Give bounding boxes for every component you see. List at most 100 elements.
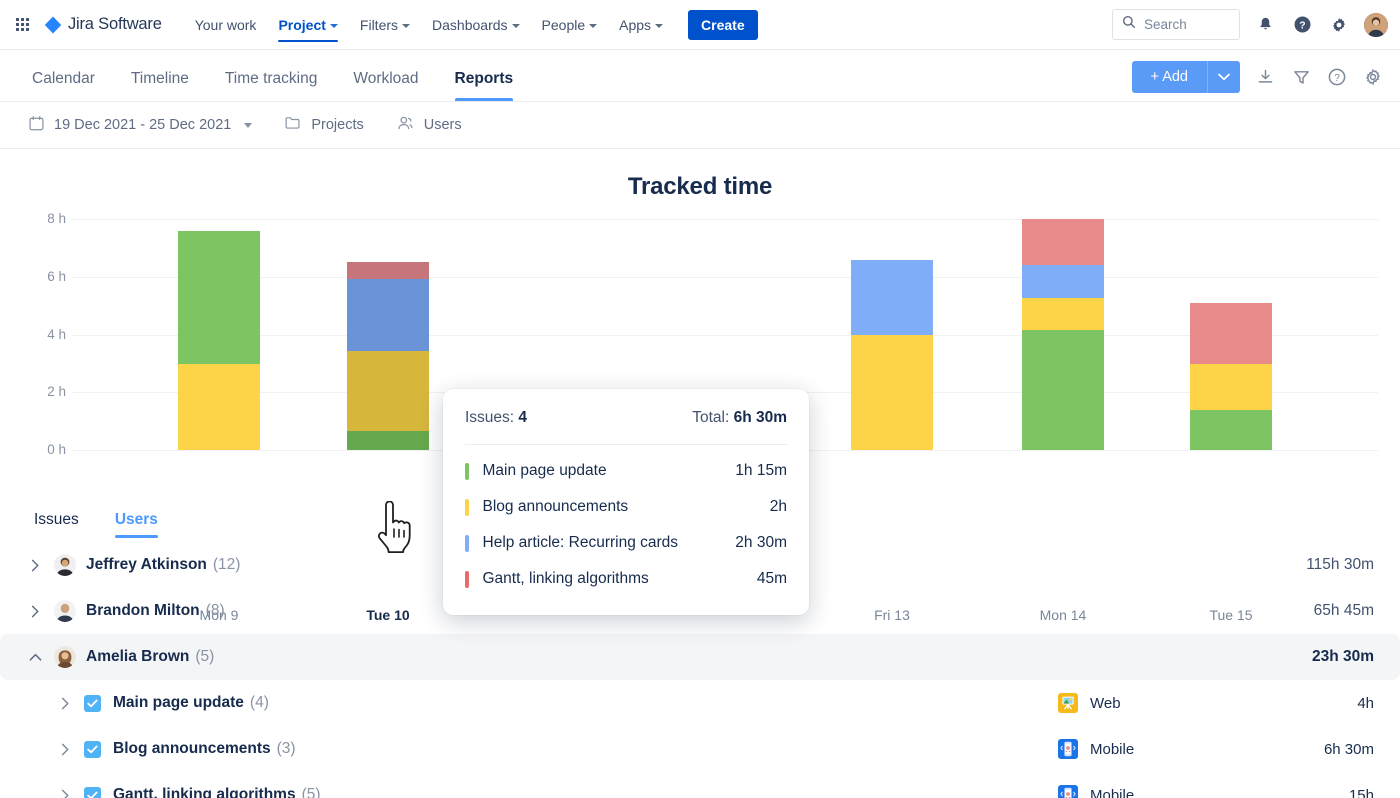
issue-project: Mobile: [1058, 785, 1254, 798]
help-circle-icon[interactable]: ?: [1326, 66, 1348, 88]
issue-row-main-page-update[interactable]: Main page update (4) Web 4h: [0, 680, 1400, 726]
tooltip-header: Issues: 4 Total: 6h 30m: [465, 409, 787, 427]
x-axis-tick-tue-10: Tue 10: [366, 607, 410, 623]
tooltip-issues-label: Issues:: [465, 409, 515, 426]
projects-filter[interactable]: Projects: [284, 108, 364, 142]
chevron-down-icon: [402, 23, 411, 28]
folder-icon: [284, 114, 302, 136]
x-axis-tick-tue-15: Tue 15: [1209, 607, 1253, 623]
issue-checkbox[interactable]: [84, 740, 101, 758]
gear-icon[interactable]: [1327, 13, 1351, 37]
bar-segment: [851, 260, 933, 335]
tab-time-tracking[interactable]: Time tracking: [207, 70, 335, 101]
tab-calendar[interactable]: Calendar: [14, 70, 113, 101]
nav-label: Project: [278, 17, 326, 33]
nav-people[interactable]: People: [531, 2, 609, 47]
tab-workload[interactable]: Workload: [335, 70, 436, 101]
chevron-down-icon: [589, 23, 598, 28]
project-name: Mobile: [1090, 786, 1135, 798]
bar-segment: [347, 279, 429, 351]
nav-dashboards[interactable]: Dashboards: [421, 2, 531, 47]
issue-subtask-count: (5): [301, 786, 321, 798]
color-swatch: [465, 534, 469, 552]
bar-segment: [1022, 330, 1104, 450]
tab-issues[interactable]: Issues: [34, 511, 79, 538]
tooltip-issue-name: Gantt, linking algorithms: [482, 570, 649, 587]
issue-name: Blog announcements: [113, 740, 271, 757]
create-button[interactable]: Create: [688, 9, 758, 40]
user-row-amelia-brown[interactable]: Amelia Brown (5) 23h 30m: [0, 634, 1400, 680]
app-switcher-icon[interactable]: [10, 13, 34, 37]
issue-name: Gantt, linking algorithms: [113, 786, 296, 798]
tooltip-total-label: Total:: [692, 409, 730, 426]
search-input[interactable]: Search: [1112, 9, 1240, 40]
brand-name: Jira Software: [68, 15, 162, 33]
expand-chevron-icon[interactable]: [24, 559, 46, 572]
nav-your-work[interactable]: Your work: [184, 2, 268, 47]
nav-project[interactable]: Project: [267, 2, 348, 47]
tooltip-issue-name: Blog announcements: [482, 498, 629, 515]
svg-text:?: ?: [1334, 73, 1340, 84]
bar-tue-15[interactable]: [1190, 303, 1272, 450]
expand-chevron-icon[interactable]: [54, 697, 76, 710]
tab-timeline[interactable]: Timeline: [113, 70, 207, 101]
avatar[interactable]: [1364, 12, 1388, 37]
user-issue-count: (5): [195, 648, 215, 665]
tooltip-total: Total: 6h 30m: [692, 409, 787, 427]
user-name: Jeffrey Atkinson: [86, 556, 207, 573]
date-range-filter[interactable]: 19 Dec 2021 - 25 Dec 2021: [28, 109, 253, 142]
expand-chevron-icon[interactable]: [54, 743, 76, 756]
collapse-chevron-icon[interactable]: [24, 653, 46, 662]
jira-brand-link[interactable]: Jira Software: [44, 15, 162, 34]
date-range-label: 19 Dec 2021 - 25 Dec 2021: [54, 117, 232, 133]
nav-filters[interactable]: Filters: [349, 2, 421, 47]
help-icon[interactable]: ?: [1290, 13, 1314, 37]
bar-segment: [1190, 364, 1272, 410]
user-total-time: 65h 45m: [1313, 602, 1374, 619]
chevron-down-icon: [655, 23, 664, 28]
web-easel-icon: [1058, 693, 1078, 713]
bar-fri-13[interactable]: [851, 260, 933, 450]
bell-icon[interactable]: [1253, 13, 1277, 37]
user-name: Amelia Brown: [86, 648, 190, 665]
jira-logo-icon: [44, 16, 62, 34]
tooltip-row: Help article: Recurring cards 2h 30m: [465, 525, 787, 561]
tooltip-issue-time: 2h: [769, 498, 787, 515]
users-label: Users: [423, 117, 462, 133]
bar-tue-10[interactable]: [347, 262, 429, 450]
section-tabs-bar: Calendar Timeline Time tracking Workload…: [0, 50, 1400, 102]
top-nav-right-actions: Search ?: [1112, 9, 1388, 40]
bar-segment: [1022, 265, 1104, 298]
nav-label: Dashboards: [432, 17, 508, 33]
expand-chevron-icon[interactable]: [54, 789, 76, 798]
search-placeholder: Search: [1144, 17, 1187, 32]
tooltip-divider: [465, 444, 787, 445]
add-dropdown-button[interactable]: [1208, 61, 1240, 93]
bar-segment: [1190, 303, 1272, 364]
tooltip-issues-count: 4: [518, 409, 528, 426]
bar-mon-14[interactable]: [1022, 219, 1104, 450]
issue-row-gantt-linking-algorithms[interactable]: Gantt, linking algorithms (5) Mobile 15h: [0, 772, 1400, 798]
users-filter[interactable]: Users: [396, 108, 462, 143]
tab-reports[interactable]: Reports: [437, 70, 532, 101]
filter-icon[interactable]: [1290, 66, 1312, 88]
download-icon[interactable]: [1254, 66, 1276, 88]
issue-row-blog-announcements[interactable]: Blog announcements (3) Mobile 6h 30m: [0, 726, 1400, 772]
issue-checkbox[interactable]: [84, 694, 101, 712]
user-issue-count: (12): [212, 556, 241, 573]
issue-checkbox[interactable]: [84, 786, 101, 798]
user-total-time: 115h 30m: [1306, 556, 1374, 573]
issue-time: 6h 30m: [1323, 740, 1374, 758]
bar-mon-9[interactable]: [178, 231, 260, 450]
bar-segment: [347, 262, 429, 279]
section-tabs: Calendar Timeline Time tracking Workload…: [0, 50, 531, 101]
tab-users[interactable]: Users: [114, 511, 159, 538]
add-button-group: + Add: [1131, 61, 1240, 93]
nav-apps[interactable]: Apps: [608, 2, 674, 47]
add-button[interactable]: + Add: [1131, 61, 1208, 93]
y-axis-tick: 2 h: [47, 384, 66, 399]
color-swatch: [465, 570, 469, 588]
gear-icon[interactable]: [1362, 66, 1384, 88]
tooltip-row: Main page update 1h 15m: [465, 453, 787, 489]
expand-chevron-icon[interactable]: [24, 605, 46, 618]
